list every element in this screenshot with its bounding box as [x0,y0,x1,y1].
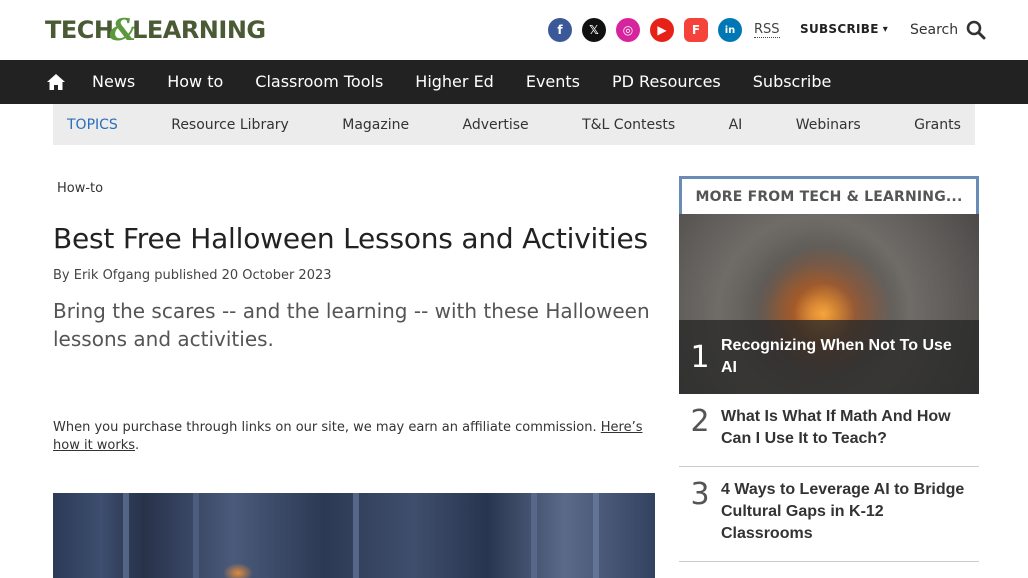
nav-item-pd-resources[interactable]: PD Resources [596,60,737,104]
topic-webinars[interactable]: Webinars [796,117,861,133]
more-from-sidebar: MORE FROM TECH & LEARNING... 1 Recognizi… [679,176,979,562]
facebook-icon[interactable]: f [548,18,572,42]
search-icon [966,20,986,40]
site-header: TECH & LEARNING f 𝕏 ◎ ▶ F in RSS SUBSCRI… [0,0,1028,60]
sidebar-heading: MORE FROM TECH & LEARNING... [679,176,979,214]
sidebar-item[interactable]: 3 4 Ways to Leverage AI to Bridge Cultur… [679,467,979,562]
topics-bar: TOPICS Resource Library Magazine Adverti… [53,104,975,145]
article-dek: Bring the scares -- and the learning -- … [53,299,650,351]
search-button[interactable]: Search [910,20,986,40]
home-icon[interactable] [36,60,76,104]
rank-number: 3 [690,477,710,512]
x-icon[interactable]: 𝕏 [582,18,606,42]
affiliate-text: When you purchase through links on our s… [53,420,601,435]
page-title: Best Free Halloween Lessons and Activiti… [53,222,648,255]
subscribe-label: SUBSCRIBE [800,22,879,36]
caret-down-icon: ▾ [882,23,889,35]
nav-item-higher-ed[interactable]: Higher Ed [399,60,510,104]
sidebar-item-title: Recognizing When Not To Use AI [721,337,952,376]
flipboard-icon[interactable]: F [684,18,708,42]
nav-item-subscribe[interactable]: Subscribe [737,60,848,104]
featured-overlay: 1 Recognizing When Not To Use AI [679,320,979,394]
topic-resource-library[interactable]: Resource Library [171,117,289,133]
rss-link[interactable]: RSS [754,22,780,38]
sidebar-item-title: What Is What If Math And How Can I Use I… [721,408,951,447]
site-logo[interactable]: TECH & LEARNING [45,13,277,48]
nav-item-news[interactable]: News [76,60,151,104]
breadcrumb[interactable]: How-to [57,181,103,196]
topic-tl-contests[interactable]: T&L Contests [582,117,675,133]
nav-item-events[interactable]: Events [510,60,596,104]
rank-number: 1 [690,339,710,375]
sidebar-item[interactable]: 2 What Is What If Math And How Can I Use… [679,394,979,467]
social-links: f 𝕏 ◎ ▶ F in RSS [548,18,780,42]
topic-ai[interactable]: AI [729,117,743,133]
topics-label: TOPICS [67,116,118,133]
sidebar-item-title: 4 Ways to Leverage AI to Bridge Cultural… [721,481,965,542]
instagram-icon[interactable]: ◎ [616,18,640,42]
logo-text-learning: LEARNING [132,16,266,44]
main-nav: News How to Classroom Tools Higher Ed Ev… [0,60,1028,104]
youtube-icon[interactable]: ▶ [650,18,674,42]
article-byline: By Erik Ofgang published 20 October 2023 [53,268,332,283]
affiliate-period: . [135,438,140,453]
hero-image [53,493,655,578]
affiliate-disclosure: When you purchase through links on our s… [53,419,653,455]
nav-item-how-to[interactable]: How to [151,60,239,104]
nav-item-classroom-tools[interactable]: Classroom Tools [239,60,399,104]
sidebar-featured-item[interactable]: 1 Recognizing When Not To Use AI [679,214,979,394]
topic-magazine[interactable]: Magazine [342,117,409,133]
rank-number: 2 [690,404,710,439]
subscribe-dropdown[interactable]: SUBSCRIBE ▾ [800,22,888,36]
topic-advertise[interactable]: Advertise [463,117,529,133]
logo-text-tech: TECH [45,16,114,44]
linkedin-icon[interactable]: in [718,18,742,42]
search-label: Search [910,22,959,38]
topic-grants[interactable]: Grants [914,117,961,133]
